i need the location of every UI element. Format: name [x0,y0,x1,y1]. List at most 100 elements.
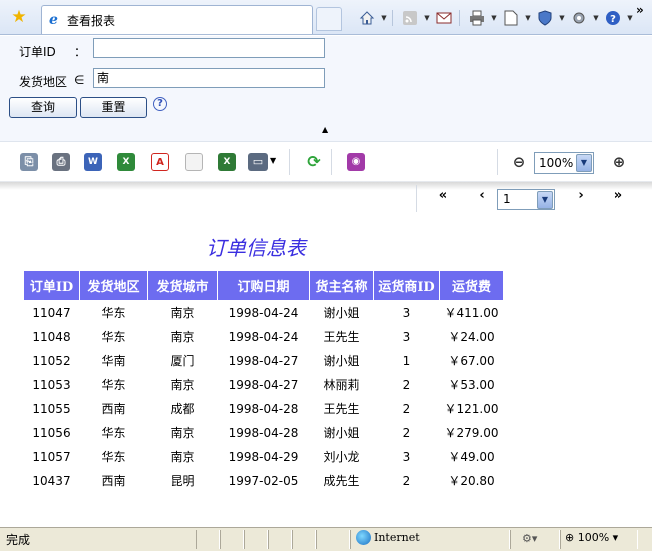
read-mail-icon[interactable] [432,7,456,29]
text-icon[interactable] [185,153,203,171]
report-title: 订单信息表 [206,236,306,260]
table-cell: 2 [402,377,411,392]
table-cell: 11047 [32,305,71,320]
browser-tab[interactable]: e 查看报表 [41,5,313,34]
magnifier-icon: ⊕ [565,531,575,544]
separator [289,149,290,175]
table-cell: 11055 [32,401,71,416]
chevron-down-icon[interactable]: ▼ [537,191,553,209]
table-cell: 华南 [101,354,126,368]
table-cell: 南京 [170,378,195,392]
print-icon[interactable] [465,7,489,29]
table-cell: 华东 [101,426,126,440]
home-icon[interactable] [355,7,379,29]
safety-icon[interactable] [533,7,557,29]
last-page-button[interactable]: » [610,188,626,203]
page-icon[interactable] [499,7,523,29]
status-cell [268,530,292,549]
zoom-out-icon[interactable]: ⊖ [510,153,528,171]
table-row: 11056 华东 南京 1998-04-28 谢小姐 2 ￥279.00 [24,421,504,445]
page-value: 1 [503,192,511,206]
column-header: 货主名称 [309,270,374,301]
print-icon[interactable]: ⎙ [52,153,70,171]
first-page-button[interactable]: « [435,188,451,203]
table-cell: 3 [402,449,411,464]
tab-title: 查看报表 [67,14,116,28]
region-operator: ∈ [74,73,85,87]
table-cell: 华东 [101,378,126,392]
safety-dropdown-arrow[interactable]: ▼ [557,14,567,22]
separator [331,149,332,175]
collapse-arrow-icon[interactable]: ▲ [322,125,328,134]
table-cell: ￥53.00 [448,378,495,392]
table-body: 11047 华东 南京 1998-04-24 谢小姐 3 ￥411.00 11048 华东 南京 1… [24,301,504,493]
region-input[interactable]: 南 [93,68,325,88]
refresh-icon[interactable]: ⟳ [305,153,323,171]
table-cell: 谢小姐 [323,354,360,368]
excel-export-icon[interactable]: X [218,153,236,171]
table-cell: 刘小龙 [323,450,360,464]
display-icon[interactable]: ▭ [248,153,268,171]
rss-icon[interactable]: ◉ [347,153,365,171]
home-dropdown-arrow[interactable]: ▼ [379,14,389,22]
table-cell: 林丽莉 [323,378,360,392]
tools-icon[interactable] [567,7,591,29]
previous-page-button[interactable]: ‹ [474,188,490,203]
feeds-dropdown-arrow[interactable]: ▼ [422,14,432,22]
search-button[interactable]: 查询 [9,97,77,118]
excel-icon[interactable]: X [117,153,135,171]
feeds-icon[interactable] [398,7,422,29]
display-dropdown-arrow[interactable]: ▼ [270,156,276,165]
column-header: 运货商ID [373,270,440,301]
export-icon[interactable]: ⎘ [20,153,38,171]
zoom-in-icon[interactable]: ⊕ [610,153,628,171]
table-cell: 2 [402,401,411,416]
table-cell: 1998-04-24 [228,329,299,344]
table-cell: 南京 [170,426,195,440]
table-cell: ￥24.00 [448,330,495,344]
word-icon[interactable]: W [84,153,102,171]
favorites-star-icon[interactable]: ★ [9,7,29,27]
next-page-button[interactable]: › [573,188,589,203]
column-header: 运货费 [439,270,504,301]
zoom-select[interactable]: 100% ▼ [534,152,594,174]
table-cell: 南京 [170,306,195,321]
browser-tab-bar: ★ e 查看报表 ▼ ▼ ▼ ▼ ▼ ▼ ? ▼ » [0,0,652,35]
table-cell: 1997-02-05 [228,473,299,488]
table-cell: 谢小姐 [323,426,360,440]
status-bar: 完成 Internet ⚙▾ ⊕ 100% ▾ [0,527,652,551]
chevron-down-icon[interactable]: ▼ [576,154,592,172]
table-row: 10437 西南 昆明 1997-02-05 成先生 2 ￥20.80 [24,469,504,493]
table-cell: ￥279.00 [444,426,499,440]
status-cell [220,530,244,549]
security-zone-text: Internet [374,531,420,544]
toolbar-overflow-chevron[interactable]: » [636,3,644,17]
pdf-icon[interactable]: A [151,153,169,171]
print-dropdown-arrow[interactable]: ▼ [489,14,499,22]
table-row: 11057 华东 南京 1998-04-29 刘小龙 3 ￥49.00 [24,445,504,469]
help-dropdown-arrow[interactable]: ▼ [625,14,635,22]
table-cell: 1998-04-27 [228,377,299,392]
table-cell: 1 [402,353,411,368]
reset-button[interactable]: 重置 [80,97,147,118]
help-icon[interactable]: ? [601,7,625,29]
table-row: 11047 华东 南京 1998-04-24 谢小姐 3 ￥411.00 [24,301,504,325]
table-row: 11055 西南 成都 1998-04-28 王先生 2 ￥121.00 [24,397,504,421]
order-id-input[interactable] [93,38,325,58]
status-zoom-level[interactable]: ⊕ 100% ▾ [565,531,618,544]
status-cell [316,530,350,549]
page-select[interactable]: 1 ▼ [497,189,555,210]
table-cell: ￥67.00 [448,354,495,368]
protected-mode-icon[interactable]: ⚙▾ [522,532,537,545]
table-cell: 1998-04-24 [228,305,299,320]
table-cell: ￥49.00 [448,450,495,464]
separator [497,149,498,175]
new-tab-button[interactable] [316,7,342,31]
table-header-row: 订单ID 发货地区 发货城市 订购日期 货主名称 运货商ID 运货费 [23,270,504,301]
table-cell: 11048 [32,329,71,344]
tools-dropdown-arrow[interactable]: ▼ [591,14,601,22]
status-text: 完成 [6,533,31,547]
help-icon[interactable]: ? [153,97,167,111]
page-dropdown-arrow[interactable]: ▼ [523,14,533,22]
table-cell: 华东 [101,450,126,464]
